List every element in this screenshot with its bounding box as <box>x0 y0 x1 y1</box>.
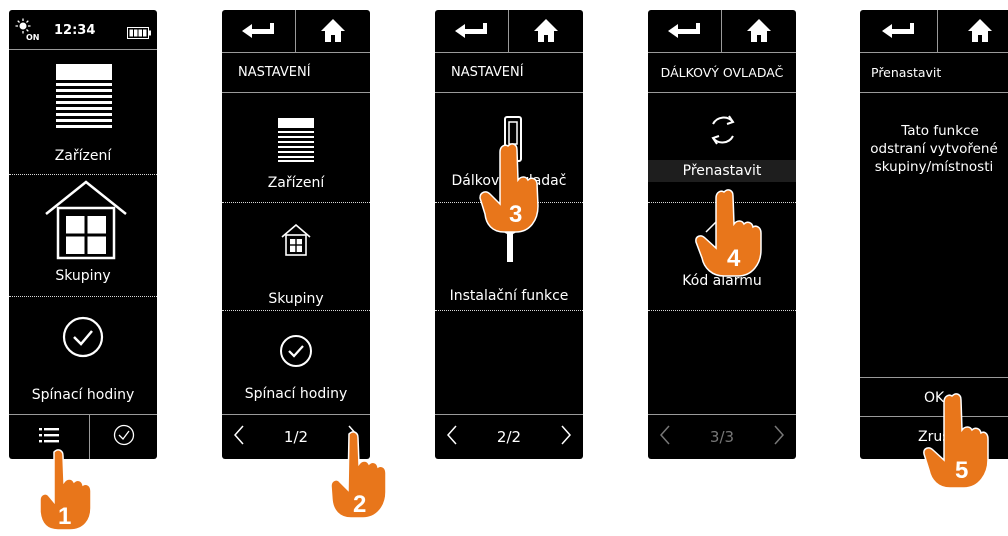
home-icon <box>747 18 771 46</box>
house-icon <box>42 178 130 264</box>
back-arrow-icon <box>667 22 702 42</box>
menu-item-timer[interactable]: Spínací hodiny <box>222 310 370 414</box>
step-number: 3 <box>509 201 522 228</box>
menu-item-label: Skupiny <box>55 268 111 284</box>
menu-item-readjust[interactable]: Přenastavit <box>648 94 796 202</box>
home-icon <box>534 18 558 46</box>
page-indicator: 2/2 <box>496 428 522 446</box>
check-circle-icon <box>279 334 313 372</box>
home-button[interactable] <box>509 10 583 53</box>
blind-icon <box>278 118 314 166</box>
divider <box>435 310 583 311</box>
pager-bar: 3/3 <box>648 414 796 459</box>
sun-on-label: ON <box>26 33 40 42</box>
home-icon <box>321 18 345 46</box>
next-page-icon[interactable] <box>774 425 784 449</box>
blind-icon <box>56 64 112 134</box>
menu-item-label: Zařízení <box>267 175 325 191</box>
home-screen: ON 12:34 Zařízení Skupiny Spínací hodiny <box>9 10 157 459</box>
home-button[interactable] <box>296 10 370 53</box>
page-title: Přenastavit <box>860 53 1008 93</box>
back-arrow-icon <box>881 22 916 42</box>
prev-page-icon[interactable] <box>659 425 670 449</box>
page-indicator: 1/2 <box>283 428 309 446</box>
top-bar <box>648 10 796 53</box>
refresh-icon <box>705 112 741 152</box>
status-bar: ON 12:34 <box>9 10 157 50</box>
prev-page-icon[interactable] <box>233 425 244 449</box>
house-icon <box>281 223 311 260</box>
message-line: skupiny/místnosti <box>874 159 994 175</box>
home-button[interactable] <box>722 10 796 53</box>
top-bar <box>435 10 583 53</box>
menu-item-devices[interactable]: Zařízení <box>9 50 157 174</box>
step-hand-2: 2 <box>327 430 389 524</box>
clock-icon <box>113 424 135 450</box>
menu-item-label: Zařízení <box>54 148 112 164</box>
page-title: DÁLKOVÝ OVLADAČ <box>648 53 796 93</box>
settings-screen-page1: NASTAVENÍ Zařízení Skupiny Spínací hodin… <box>222 10 370 459</box>
pager-bar: 2/2 <box>435 414 583 459</box>
menu-item-label: Instalační funkce <box>449 288 569 304</box>
message-line: Tato funkce <box>901 123 979 139</box>
list-icon <box>39 427 59 447</box>
menu-item-label: Spínací hodiny <box>31 387 135 403</box>
check-circle-icon <box>62 316 104 362</box>
home-button[interactable] <box>938 10 1008 53</box>
page-indicator: 3/3 <box>709 428 735 446</box>
menu-item-groups[interactable]: Skupiny <box>222 202 370 310</box>
menu-item-timer[interactable]: Spínací hodiny <box>9 296 157 414</box>
step-number: 2 <box>353 491 366 518</box>
menu-item-label: Skupiny <box>268 291 324 307</box>
menu-item-label: Spínací hodiny <box>244 386 348 402</box>
step-hand-4: 4 <box>694 188 766 282</box>
step-hand-3: 3 <box>478 142 540 238</box>
home-icon <box>968 18 992 46</box>
page-title: NASTAVENÍ <box>435 53 583 93</box>
back-arrow-icon <box>241 22 276 42</box>
message-line: odstraní vytvořené <box>870 141 998 157</box>
top-bar <box>860 10 1008 53</box>
back-button[interactable] <box>435 10 509 53</box>
step-number: 4 <box>727 245 741 272</box>
step-hand-5: 5 <box>922 392 990 496</box>
clock-time: 12:34 <box>54 23 96 38</box>
message: Tato funkce odstraní vytvořené skupiny/m… <box>860 122 1008 176</box>
clock-button[interactable] <box>90 415 157 459</box>
back-button[interactable] <box>648 10 722 53</box>
back-button[interactable] <box>860 10 938 53</box>
menu-item-label: Přenastavit <box>682 163 762 179</box>
battery-icon <box>127 24 151 43</box>
prev-page-icon[interactable] <box>446 425 457 449</box>
page-title: NASTAVENÍ <box>222 53 370 93</box>
top-bar <box>222 10 370 53</box>
back-button[interactable] <box>222 10 296 53</box>
step-number: 1 <box>58 503 71 530</box>
next-page-icon[interactable] <box>561 425 571 449</box>
menu-item-devices[interactable]: Zařízení <box>222 94 370 202</box>
back-arrow-icon <box>454 22 489 42</box>
step-hand-1: 1 <box>36 448 96 536</box>
menu-item-groups[interactable]: Skupiny <box>9 174 157 296</box>
divider <box>648 310 796 311</box>
step-number: 5 <box>955 457 968 484</box>
